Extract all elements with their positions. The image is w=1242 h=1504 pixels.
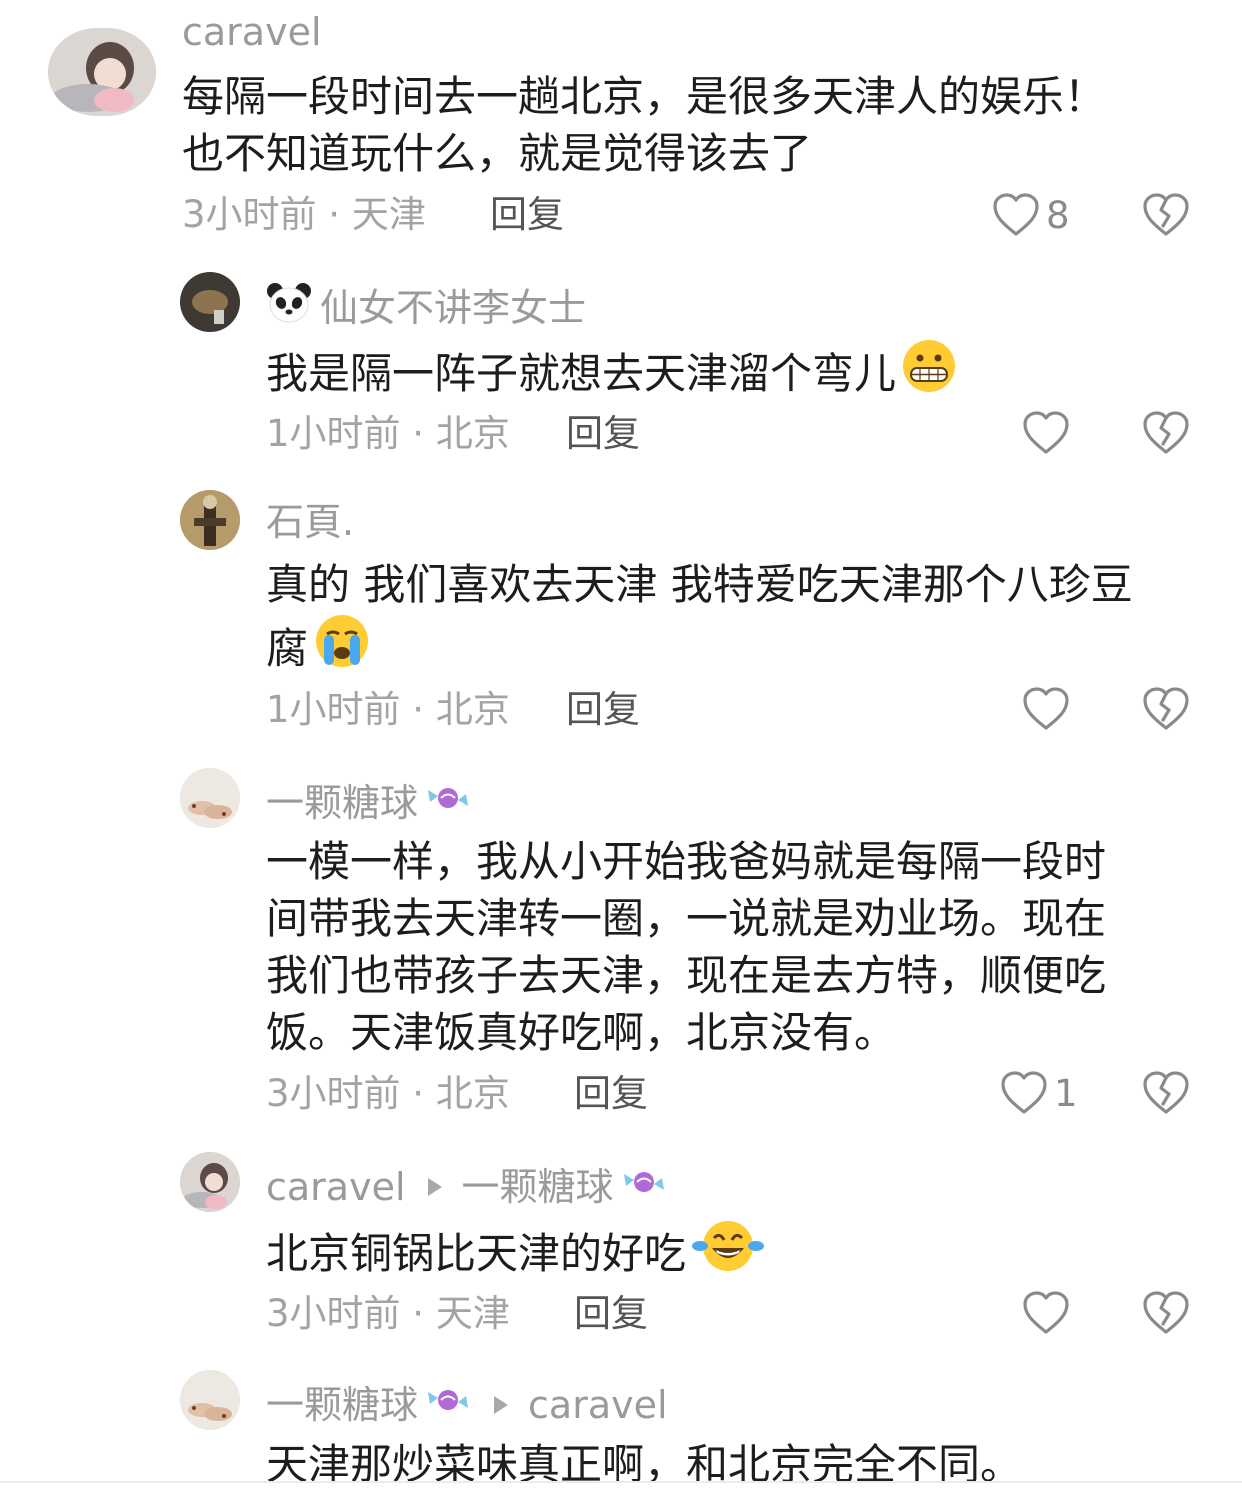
divider — [0, 1481, 1242, 1483]
comment-text: 天津那炒菜味真正啊，和北京完全不同。 — [266, 1436, 1022, 1481]
reply-button[interactable]: 回复 — [490, 193, 564, 237]
face-with-tears-of-joy-icon — [690, 1218, 766, 1288]
commenter-name[interactable]: 一颗糖球 caravel — [266, 1380, 668, 1429]
commenter-name-text: caravel — [266, 1164, 406, 1209]
reply-button[interactable]: 回复 — [574, 1072, 648, 1116]
comment-text-line: 也不知道玩什么，就是觉得该去了 — [182, 129, 813, 178]
reply-item: 一颗糖球 一模一样，我从小开始我爸妈就是每隔一段时 间带我去天津转一圈，一说就是… — [0, 758, 1242, 1138]
dislike-button[interactable] — [1142, 192, 1190, 238]
broken-heart-icon — [1142, 1070, 1190, 1116]
comment-text-line: 我是隔一阵子就想去天津溜个弯儿 — [266, 348, 897, 398]
commenter-name-text: 石頁. — [266, 500, 355, 544]
like-button[interactable]: 8 — [992, 192, 1070, 238]
time-location: 3小时前 · 天津 — [182, 193, 426, 236]
comment-text-line: 饭。天津饭真好吃啊，北京没有。 — [266, 1008, 897, 1057]
time-location: 3小时前 · 北京 — [266, 1072, 510, 1115]
reply-button[interactable]: 回复 — [574, 1292, 648, 1336]
comment-text: 真的 我们喜欢去天津 我特爱吃天津那个八珍豆 腐 — [266, 556, 1133, 683]
grimacing-face-icon — [898, 338, 960, 408]
reply-item: caravel 一颗糖球 北京铜锅比天津的好吃 3小时前 · 天津 回复 — [0, 1142, 1242, 1362]
comment-text-line: 北京铜锅比天津的好吃 — [266, 1228, 687, 1278]
like-button[interactable] — [1022, 410, 1070, 456]
comment-text-line: 真的 我们喜欢去天津 我特爱吃天津那个八珍豆 — [266, 560, 1133, 609]
like-count: 8 — [1046, 193, 1070, 237]
avatar[interactable] — [180, 1370, 240, 1430]
loudly-crying-face-icon — [312, 613, 372, 683]
comment-text-line: 腐 — [266, 623, 309, 673]
commenter-name-text: 一颗糖球 — [266, 780, 419, 825]
reply-item: 一颗糖球 caravel 天津那炒菜味真正啊，和北京完全不同。 — [0, 1360, 1242, 1481]
candy-icon — [620, 1162, 668, 1211]
avatar[interactable] — [180, 768, 240, 828]
reply-item: 石頁. 真的 我们喜欢去天津 我特爱吃天津那个八珍豆 腐 1小时前 · 北京 回… — [0, 480, 1242, 750]
like-button[interactable] — [1022, 1290, 1070, 1336]
triangle-right-icon — [494, 1395, 509, 1414]
commenter-name[interactable]: 仙女不讲李女士 — [266, 282, 586, 333]
comment-text: 一模一样，我从小开始我爸妈就是每隔一段时 间带我去天津转一圈，一说就是劝业场。现… — [266, 833, 1106, 1061]
heart-outline-icon — [992, 192, 1040, 238]
commenter-name[interactable]: caravel — [182, 10, 322, 54]
commenter-name-text: caravel — [182, 10, 322, 54]
comment-text: 每隔一段时间去一趟北京，是很多天津人的娱乐！ 也不知道玩什么，就是觉得该去了 — [182, 68, 1106, 182]
comment-text-line: 一模一样，我从小开始我爸妈就是每隔一段时 — [266, 837, 1107, 886]
comment-item: caravel 每隔一段时间去一趟北京，是很多天津人的娱乐！ 也不知道玩什么，就… — [0, 0, 1242, 250]
dislike-button[interactable] — [1142, 686, 1190, 732]
comment-text: 我是隔一阵子就想去天津溜个弯儿 — [266, 338, 960, 408]
comment-text: 北京铜锅比天津的好吃 — [266, 1218, 766, 1288]
commenter-name-text: 仙女不讲李女士 — [320, 285, 587, 330]
heart-outline-icon — [1022, 410, 1070, 456]
comment-text-line: 天津那炒菜味真正啊，和北京完全不同。 — [266, 1440, 1023, 1481]
dislike-button[interactable] — [1142, 410, 1190, 456]
dislike-button[interactable] — [1142, 1070, 1190, 1116]
commenter-name-text: 一颗糖球 — [266, 1382, 419, 1427]
reply-to-name[interactable]: 一颗糖球 — [462, 1165, 614, 1209]
reply-button[interactable]: 回复 — [566, 412, 640, 456]
commenter-name[interactable]: 一颗糖球 — [266, 778, 472, 827]
panda-face-icon — [266, 282, 312, 333]
like-button[interactable]: 1 — [1000, 1070, 1078, 1116]
like-count: 1 — [1054, 1071, 1078, 1115]
avatar[interactable] — [180, 272, 240, 332]
broken-heart-icon — [1142, 192, 1190, 238]
broken-heart-icon — [1142, 686, 1190, 732]
commenter-name[interactable]: caravel 一颗糖球 — [266, 1162, 668, 1211]
avatar[interactable] — [180, 490, 240, 550]
time-location: 3小时前 · 天津 — [266, 1292, 510, 1335]
avatar[interactable] — [180, 1152, 240, 1212]
reply-button[interactable]: 回复 — [566, 688, 640, 732]
dislike-button[interactable] — [1142, 1290, 1190, 1336]
comment-text-line: 间带我去天津转一圈，一说就是劝业场。现在 — [266, 894, 1107, 943]
reply-to-name[interactable]: caravel — [528, 1383, 668, 1427]
time-location: 1小时前 · 北京 — [266, 688, 510, 731]
candy-icon — [424, 1380, 472, 1429]
comment-text-line: 我们也带孩子去天津，现在是去方特，顺便吃 — [266, 951, 1107, 1000]
heart-outline-icon — [1022, 1290, 1070, 1336]
candy-icon — [424, 778, 472, 827]
comment-text-line: 每隔一段时间去一趟北京，是很多天津人的娱乐！ — [182, 72, 1107, 121]
heart-outline-icon — [1022, 686, 1070, 732]
time-location: 1小时前 · 北京 — [266, 412, 510, 455]
broken-heart-icon — [1142, 410, 1190, 456]
comment-list: caravel 每隔一段时间去一趟北京，是很多天津人的娱乐！ 也不知道玩什么，就… — [0, 0, 1242, 1504]
broken-heart-icon — [1142, 1290, 1190, 1336]
commenter-name[interactable]: 石頁. — [266, 500, 354, 544]
like-button[interactable] — [1022, 686, 1070, 732]
avatar[interactable] — [48, 28, 156, 116]
reply-item: 仙女不讲李女士 我是隔一阵子就想去天津溜个弯儿 1小时前 · 北京 回复 — [0, 262, 1242, 472]
heart-outline-icon — [1000, 1070, 1048, 1116]
triangle-right-icon — [427, 1177, 442, 1196]
